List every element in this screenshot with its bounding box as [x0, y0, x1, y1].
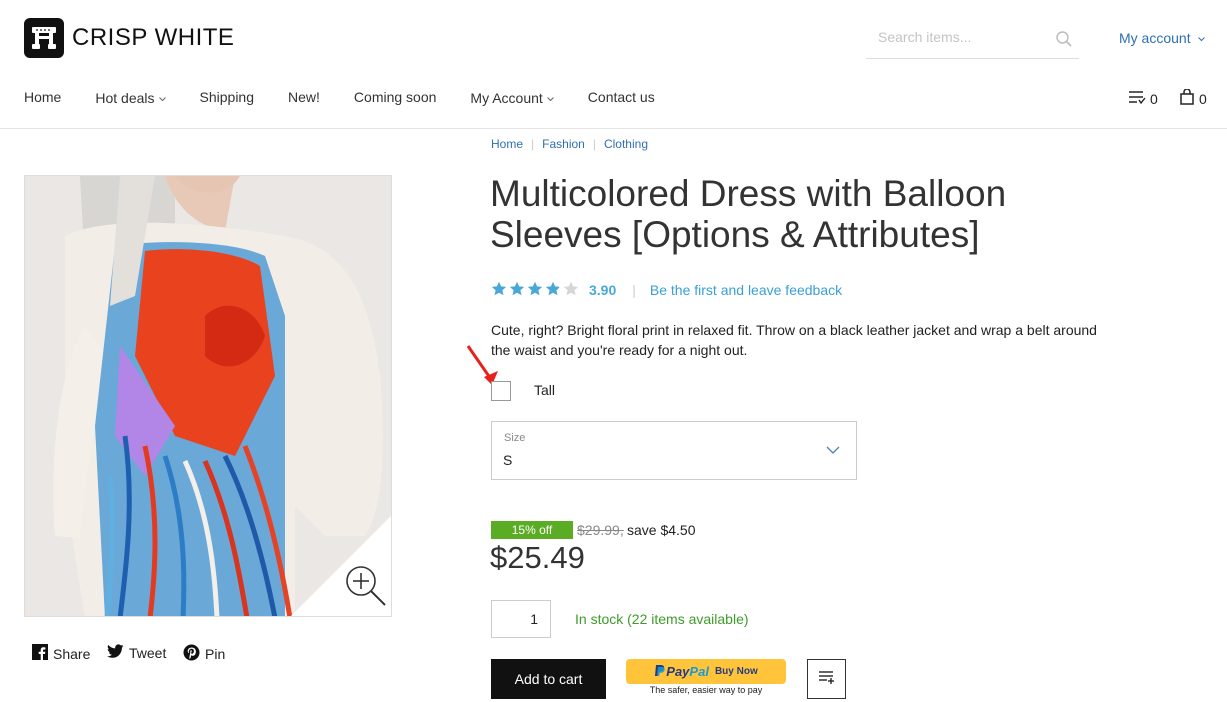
search-bar: [866, 20, 1079, 59]
brand-name: CRISP WHITE: [72, 24, 235, 51]
old-price: $29.99,: [577, 522, 624, 538]
nav-item-label: Hot deals: [95, 90, 155, 106]
search-icon[interactable]: [1055, 30, 1073, 53]
leave-feedback-link[interactable]: Be the first and leave feedback: [650, 282, 842, 298]
chevron-down-icon: [546, 89, 554, 105]
star-icon: [545, 281, 561, 299]
nav-item-label: Home: [24, 89, 62, 105]
share-pinterest[interactable]: Pin: [183, 644, 225, 664]
wishlist-counter[interactable]: 0: [1128, 89, 1158, 108]
nav-item-contact-us[interactable]: Contact us: [588, 89, 655, 106]
nav-item-new[interactable]: New!: [288, 89, 320, 106]
breadcrumb-clothing[interactable]: Clothing: [604, 137, 648, 151]
discount-badge: 15% off: [491, 521, 573, 539]
chevron-down-icon: [826, 442, 840, 460]
nav-item-shipping[interactable]: Shipping: [200, 89, 255, 106]
facebook-icon: [32, 644, 53, 663]
pinterest-icon: [183, 644, 205, 664]
header-divider: [0, 128, 1227, 129]
wishlist-count: 0: [1150, 90, 1158, 107]
chevron-down-icon: [1198, 29, 1206, 45]
paypal-text-pal: Pal: [689, 664, 709, 679]
size-select[interactable]: Size S: [491, 421, 857, 480]
logo-icon: [24, 18, 64, 58]
paypal-buy-now-button[interactable]: Pay Pal Buy Now: [626, 659, 786, 684]
quantity-input[interactable]: 1: [491, 600, 551, 638]
star-icon: [563, 281, 579, 299]
cart-counter[interactable]: 0: [1180, 88, 1207, 108]
share-facebook[interactable]: Share: [32, 644, 90, 663]
stock-status: In stock (22 items available): [575, 611, 749, 627]
product-price: $25.49: [490, 540, 585, 575]
nav-item-home[interactable]: Home: [24, 89, 61, 106]
nav-item-label: Contact us: [587, 89, 655, 105]
my-account-menu[interactable]: My account: [1119, 29, 1206, 46]
size-select-value: S: [503, 452, 513, 468]
star-icon: [527, 281, 543, 299]
main-nav: Home Hot deals Shipping New! Coming soon…: [24, 89, 689, 106]
zoom-in-icon[interactable]: [343, 563, 389, 614]
nav-item-hot-deals[interactable]: Hot deals: [95, 89, 166, 106]
rating-stars: [491, 281, 581, 299]
save-amount: save $4.50: [627, 522, 696, 538]
breadcrumb: Home | Fashion | Clothing: [491, 137, 648, 151]
size-select-label: Size: [504, 432, 526, 444]
shopping-bag-icon: [1180, 88, 1194, 108]
product-description: Cute, right? Bright floral print in rela…: [491, 322, 1097, 358]
rating-separator: |: [632, 282, 636, 298]
paypal-text-pay: Pay: [666, 664, 690, 679]
search-input[interactable]: [878, 29, 1048, 45]
cart-count: 0: [1199, 90, 1207, 107]
breadcrumb-separator: |: [592, 137, 596, 151]
chevron-down-icon: [158, 89, 166, 105]
tall-option-label: Tall: [534, 382, 556, 398]
product-title: Multicolored Dress with Balloon Sleeves …: [490, 173, 1007, 255]
share-twitter[interactable]: Tweet: [107, 644, 166, 662]
paypal-tagline: The safer, easier way to pay: [649, 685, 763, 695]
breadcrumb-separator: |: [531, 137, 535, 151]
nav-item-label: New!: [288, 89, 320, 105]
add-to-wishlist-button[interactable]: [807, 659, 846, 699]
tall-option-checkbox[interactable]: [491, 381, 511, 401]
add-to-cart-button[interactable]: Add to cart: [491, 659, 606, 699]
nav-item-coming-soon[interactable]: Coming soon: [354, 89, 437, 106]
nav-item-label: Shipping: [199, 89, 255, 105]
star-icon: [509, 281, 525, 299]
rating-value: 3.90: [589, 282, 617, 298]
nav-item-label: Coming soon: [353, 89, 437, 105]
nav-item-label: My Account: [470, 90, 543, 106]
brand-logo[interactable]: CRISP WHITE: [24, 18, 234, 58]
product-rating: 3.90 | Be the first and leave feedback: [491, 281, 842, 299]
twitter-icon: [107, 644, 129, 662]
share-twitter-label: Tweet: [129, 645, 167, 661]
my-account-label: My account: [1119, 30, 1191, 46]
paypal-logo-icon: [654, 664, 666, 680]
star-icon: [491, 281, 507, 299]
breadcrumb-home[interactable]: Home: [491, 137, 523, 151]
add-to-list-icon: [818, 669, 836, 690]
list-icon: [1128, 89, 1146, 108]
breadcrumb-fashion[interactable]: Fashion: [542, 137, 585, 151]
product-image[interactable]: [24, 175, 392, 617]
share-facebook-label: Share: [53, 645, 91, 662]
paypal-buy-now-label: Buy Now: [714, 666, 758, 677]
nav-item-my-account[interactable]: My Account: [470, 89, 554, 106]
share-pinterest-label: Pin: [205, 646, 226, 662]
